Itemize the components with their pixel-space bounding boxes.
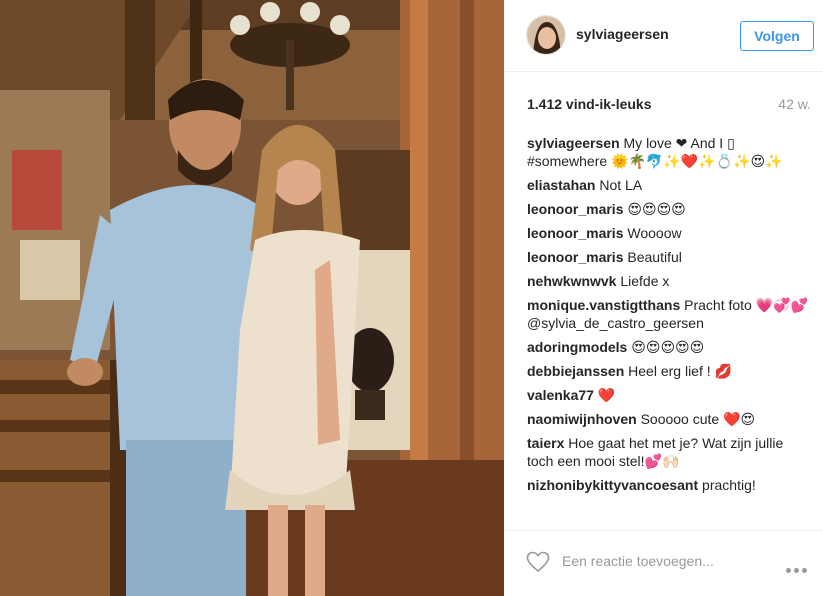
comment-username[interactable]: sylviageersen xyxy=(527,135,620,151)
comment-username[interactable]: leonoor_maris xyxy=(527,249,623,265)
comment-text: Liefde x xyxy=(620,273,670,289)
comment-username[interactable]: valenka77 xyxy=(527,387,594,403)
heart-outline-icon[interactable] xyxy=(526,551,550,573)
comment-item: valenka77 ❤️ xyxy=(527,386,813,404)
comment-item: leonoor_maris Woooow xyxy=(527,224,813,242)
comment-input[interactable] xyxy=(562,548,762,574)
comment-item: monique.vanstigtthans Pracht foto 💗💞💕 @s… xyxy=(527,296,813,332)
comment-text: prachtig! xyxy=(702,477,756,493)
dot-icon xyxy=(794,568,799,573)
comment-item: sylviageersen My love ❤ And I ▯ #somewhe… xyxy=(527,134,813,170)
comment-text: Woooow xyxy=(627,225,682,241)
comment-text: ❤️ xyxy=(597,387,616,403)
comment-username[interactable]: monique.vanstigtthans xyxy=(527,297,680,313)
comment-item: leonoor_maris Beautiful xyxy=(527,248,813,266)
username-link[interactable]: sylviageersen xyxy=(576,26,669,42)
comment-username[interactable]: nehwkwnwvk xyxy=(527,273,616,289)
more-options-icon[interactable] xyxy=(786,560,812,573)
dot-icon xyxy=(802,568,807,573)
comment-username[interactable]: debbiejanssen xyxy=(527,363,624,379)
comment-text: Not LA xyxy=(599,177,643,193)
comment-item: eliastahan Not LA xyxy=(527,176,813,194)
comment-username[interactable]: leonoor_maris xyxy=(527,201,623,217)
comment-username[interactable]: nizhonibykittyvancoesant xyxy=(527,477,698,493)
comment-item: nehwkwnwvk Liefde x xyxy=(527,272,813,290)
comment-text: Heel erg lief ! 💋 xyxy=(628,363,732,379)
dot-icon xyxy=(786,568,791,573)
comment-username[interactable]: naomiwijnhoven xyxy=(527,411,637,427)
comment-item: taierx Hoe gaat het met je? Wat zijn jul… xyxy=(527,434,813,470)
post-side-panel: sylviageersen Volgen 1.412 vind-ik-leuks… xyxy=(504,0,823,596)
comment-item: adoringmodels 😍😍😍😍😍 xyxy=(527,338,813,356)
comment-footer xyxy=(504,530,823,596)
comment-item: debbiejanssen Heel erg lief ! 💋 xyxy=(527,362,813,380)
comment-item: naomiwijnhoven Sooooo cute ❤️😍 xyxy=(527,410,813,428)
post-timestamp[interactable]: 42 w. xyxy=(778,96,811,112)
comment-text: 😍😍😍😍😍 xyxy=(631,339,705,355)
likes-row: 1.412 vind-ik-leuks 42 w. xyxy=(527,96,813,116)
comment-text: 😍😍😍😍 xyxy=(627,201,686,217)
comment-username[interactable]: leonoor_maris xyxy=(527,225,623,241)
comment-username[interactable]: taierx xyxy=(527,435,564,451)
avatar-image xyxy=(527,16,565,54)
comment-text: Sooooo cute ❤️😍 xyxy=(640,411,756,427)
comment-username[interactable]: eliastahan xyxy=(527,177,595,193)
post-photo[interactable] xyxy=(0,0,504,596)
comment-text: Hoe gaat het met je? Wat zijn jullie toc… xyxy=(527,435,784,469)
avatar[interactable] xyxy=(526,15,566,55)
comment-username[interactable]: adoringmodels xyxy=(527,339,627,355)
follow-button[interactable]: Volgen xyxy=(740,21,814,51)
comment-list: sylviageersen My love ❤ And I ▯ #somewhe… xyxy=(527,134,813,500)
comment-item: nizhonibykittyvancoesant prachtig! xyxy=(527,476,813,494)
comment-text: Beautiful xyxy=(627,249,682,265)
photo-illustration xyxy=(0,0,504,596)
post-header: sylviageersen Volgen xyxy=(504,0,823,72)
likes-count[interactable]: 1.412 vind-ik-leuks xyxy=(527,96,652,112)
comment-item: leonoor_maris 😍😍😍😍 xyxy=(527,200,813,218)
